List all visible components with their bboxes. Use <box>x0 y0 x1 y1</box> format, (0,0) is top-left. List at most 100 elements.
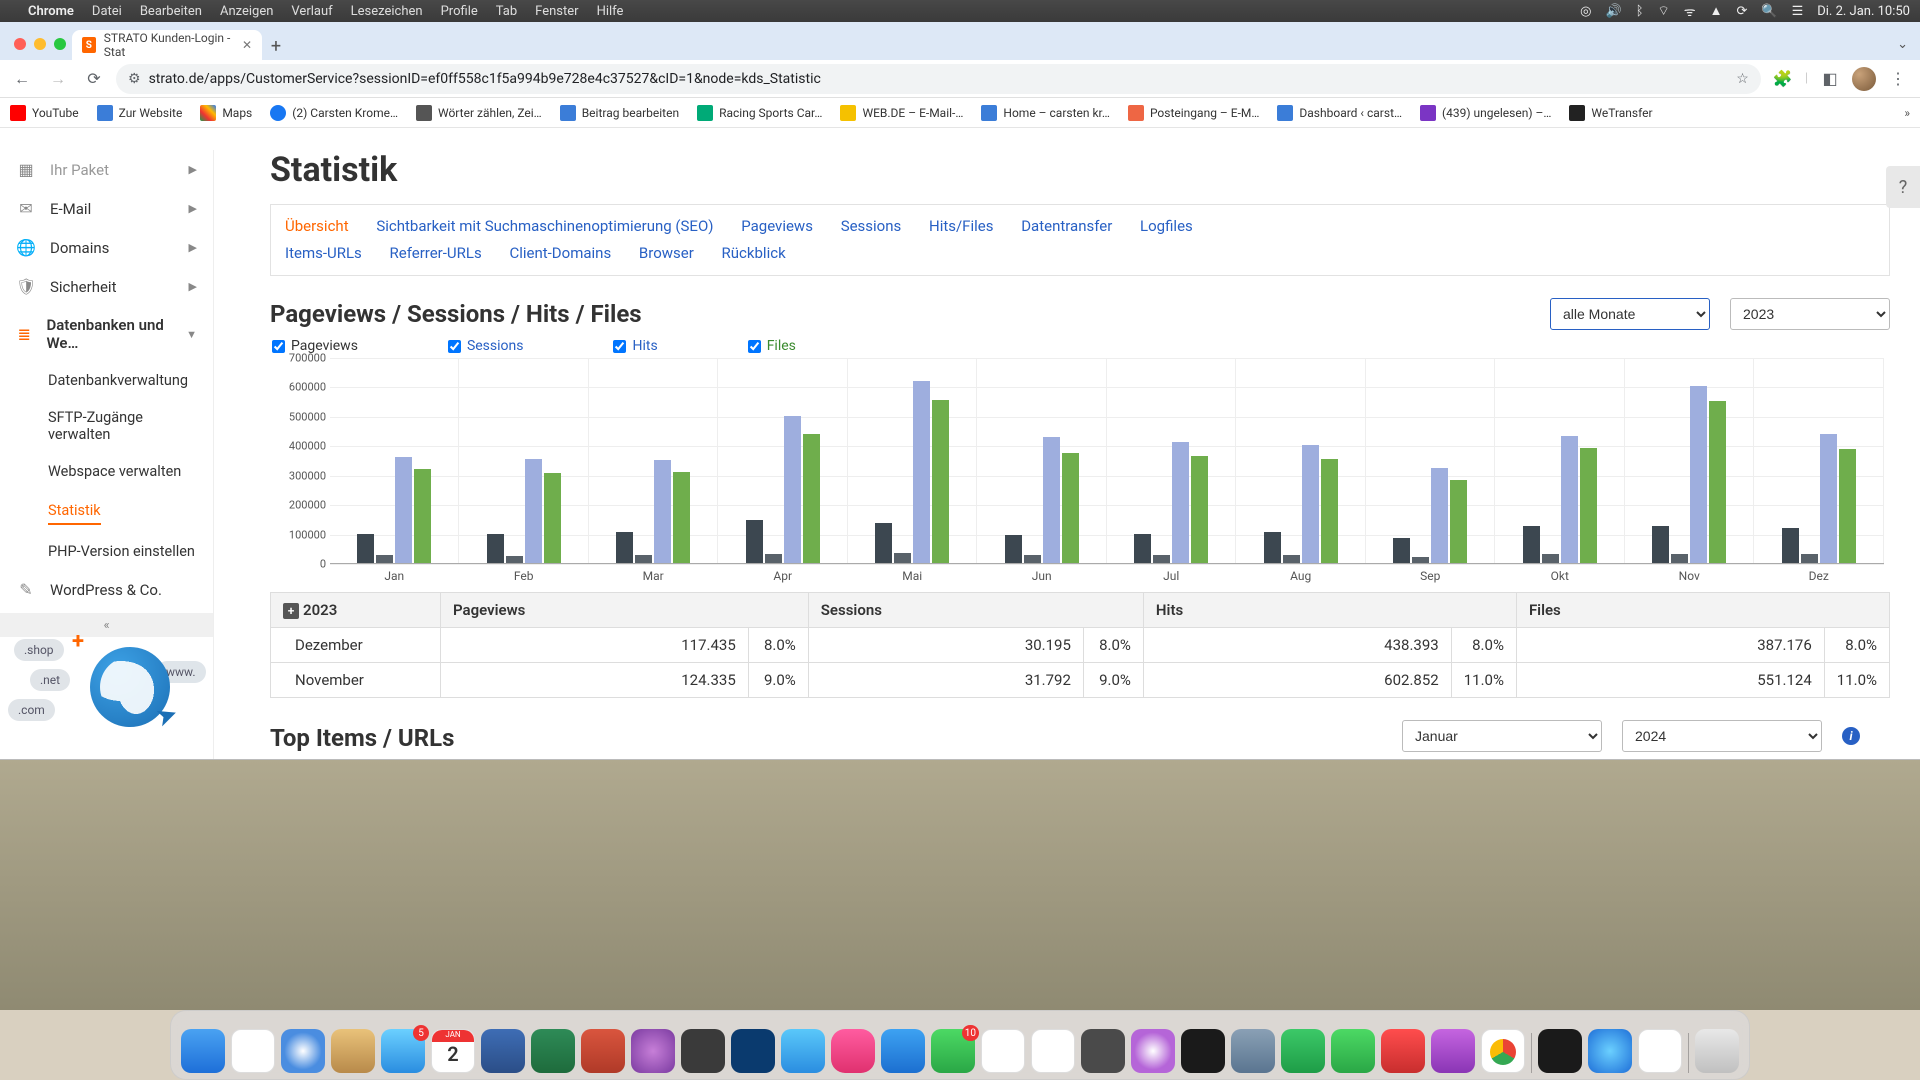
dock-mail[interactable]: 5 <box>381 1029 425 1073</box>
sidebar-item-email[interactable]: ✉E-Mail▶ <box>0 189 213 228</box>
sidebar-item-sicherheit[interactable]: 🛡Sicherheit▶ <box>0 267 213 306</box>
nav-reload-button[interactable]: ⟳ <box>80 65 108 93</box>
sidebar-item-wordpress[interactable]: ✎WordPress & Co. <box>0 570 213 609</box>
sidepanel-icon[interactable]: ◧ <box>1816 65 1844 93</box>
nav-link-client-domains[interactable]: Client-Domains <box>509 240 611 267</box>
airdrop-icon[interactable]: ⌔ <box>1658 3 1670 19</box>
legend-files[interactable]: Files <box>748 338 796 354</box>
sync-icon[interactable]: ⟳ <box>1736 4 1747 19</box>
year-select[interactable]: 2023 <box>1730 298 1890 330</box>
dock-shortcuts[interactable] <box>781 1029 825 1073</box>
dock-settings[interactable] <box>681 1029 725 1073</box>
dock-trash[interactable] <box>1695 1029 1739 1073</box>
menu-fenster[interactable]: Fenster <box>535 4 578 19</box>
dock-excel[interactable] <box>531 1029 575 1073</box>
sidebar-sub-webspace[interactable]: Webspace verwalten <box>0 453 213 490</box>
bookmark-item[interactable]: YouTube <box>10 105 79 121</box>
bookmark-item[interactable]: Beitrag bearbeiten <box>560 105 679 121</box>
dock-textedit[interactable] <box>1638 1029 1682 1073</box>
sidebar-item-paket[interactable]: ▦Ihr Paket▶ <box>0 150 213 189</box>
nav-link-referrer-urls[interactable]: Referrer-URLs <box>390 240 482 267</box>
menu-verlauf[interactable]: Verlauf <box>291 4 332 19</box>
status-icon[interactable]: ◎ <box>1580 4 1591 19</box>
spotlight-icon[interactable]: 🔍 <box>1761 4 1777 19</box>
sidebar-sub-statistik[interactable]: Statistik <box>48 498 101 525</box>
nav-link-rueckblick[interactable]: Rückblick <box>722 240 786 267</box>
dock-siri[interactable] <box>631 1029 675 1073</box>
dock-numbers[interactable] <box>1281 1029 1325 1073</box>
nav-link-uebersicht[interactable]: Übersicht <box>285 213 349 240</box>
nav-back-button[interactable]: ← <box>8 65 36 93</box>
extensions-icon[interactable]: 🧩 <box>1769 65 1797 93</box>
dock-photos[interactable] <box>1031 1029 1075 1073</box>
control-center-icon[interactable]: ☰ <box>1792 4 1804 19</box>
topitems-year-select[interactable]: 2024 <box>1622 720 1822 752</box>
site-info-icon[interactable]: ⚙ <box>128 71 141 87</box>
topitems-month-select[interactable]: Januar <box>1402 720 1602 752</box>
legend-sessions[interactable]: Sessions <box>448 338 524 354</box>
table-row[interactable]: Dezember 117.4358.0% 30.1958.0% 438.3938… <box>271 628 1890 663</box>
dock-launchpad[interactable] <box>231 1029 275 1073</box>
menu-datei[interactable]: Datei <box>92 4 122 19</box>
bookmark-item[interactable]: (439) ungelesen) –… <box>1420 105 1551 121</box>
nav-link-seo[interactable]: Sichtbarkeit mit Suchmaschinenoptimierun… <box>376 213 713 240</box>
tabs-overflow-icon[interactable]: ⌄ <box>1885 37 1920 60</box>
menu-hilfe[interactable]: Hilfe <box>597 4 624 19</box>
legend-hits[interactable]: Hits <box>613 338 657 354</box>
bookmark-item[interactable]: Wörter zählen, Zei… <box>416 105 542 121</box>
table-row[interactable]: November 124.3359.0% 31.7929.0% 602.8521… <box>271 663 1890 698</box>
chrome-menu-icon[interactable]: ⋮ <box>1884 65 1912 93</box>
month-select[interactable]: alle Monate <box>1550 298 1710 330</box>
dock-scanner[interactable] <box>1231 1029 1275 1073</box>
battery-icon[interactable]: ▲ <box>1710 3 1723 19</box>
bookmark-item[interactable]: Home – carsten kr… <box>981 105 1110 121</box>
menubar-clock[interactable]: Di. 2. Jan. 10:50 <box>1817 4 1910 19</box>
dock-calendar[interactable]: JAN2 <box>431 1029 475 1073</box>
menu-lesezeichen[interactable]: Lesezeichen <box>351 4 423 19</box>
dock-app[interactable] <box>1131 1029 1175 1073</box>
sidebar-sub-sftp[interactable]: SFTP-Zugänge verwalten <box>0 399 213 453</box>
dock-safari[interactable] <box>281 1029 325 1073</box>
expand-icon[interactable]: + <box>283 603 299 619</box>
dock-appstore-alt[interactable] <box>731 1029 775 1073</box>
dock-messages[interactable]: 10 <box>931 1029 975 1073</box>
dock-music[interactable] <box>831 1029 875 1073</box>
dock-quicktime[interactable] <box>1588 1029 1632 1073</box>
dock-top[interactable] <box>1181 1029 1225 1073</box>
menu-anzeigen[interactable]: Anzeigen <box>220 4 273 19</box>
menu-tab[interactable]: Tab <box>496 4 517 19</box>
bookmark-item[interactable]: WEB.DE – E-Mail-… <box>840 105 963 121</box>
bookmark-item[interactable]: Zur Website <box>97 105 183 121</box>
dock-powerpoint[interactable] <box>581 1029 625 1073</box>
bookmarks-overflow-icon[interactable]: » <box>1904 106 1910 120</box>
nav-link-browser[interactable]: Browser <box>639 240 694 267</box>
nav-link-items-urls[interactable]: Items-URLs <box>285 240 362 267</box>
window-close-button[interactable] <box>14 38 26 50</box>
wifi-icon[interactable]: ᯤ <box>1684 2 1696 20</box>
help-button[interactable]: ? <box>1886 166 1920 208</box>
menubar-app[interactable]: Chrome <box>28 4 74 19</box>
menu-profile[interactable]: Profile <box>441 4 478 19</box>
dock-contacts[interactable] <box>331 1029 375 1073</box>
dock-calculator[interactable] <box>1081 1029 1125 1073</box>
sidebar-item-datenbanken[interactable]: ≣Datenbanken und We…▼ <box>0 306 213 362</box>
info-icon[interactable]: i <box>1842 727 1860 745</box>
bookmark-item[interactable]: Posteingang – E-M… <box>1128 105 1259 121</box>
profile-avatar[interactable] <box>1852 67 1876 91</box>
new-tab-button[interactable]: + <box>262 32 290 60</box>
bookmark-item[interactable]: Maps <box>200 105 252 121</box>
dock-podcasts[interactable] <box>1431 1029 1475 1073</box>
nav-link-datentransfer[interactable]: Datentransfer <box>1021 213 1112 240</box>
volume-icon[interactable]: 🔊 <box>1606 4 1622 19</box>
address-bar[interactable]: ⚙ strato.de/apps/CustomerService?session… <box>116 64 1761 94</box>
sidebar-item-domains[interactable]: 🌐Domains▶ <box>0 228 213 267</box>
dock-acrobat[interactable] <box>1381 1029 1425 1073</box>
dock-facetime[interactable] <box>1331 1029 1375 1073</box>
bookmark-item[interactable]: Dashboard ‹ carst… <box>1277 105 1402 121</box>
browser-tab[interactable]: S STRATO Kunden-Login - Stat ✕ <box>72 30 262 60</box>
dock-word[interactable] <box>481 1029 525 1073</box>
dock-finder[interactable] <box>181 1029 225 1073</box>
dock-pages[interactable] <box>981 1029 1025 1073</box>
bookmark-item[interactable]: WeTransfer <box>1569 105 1652 121</box>
nav-forward-button[interactable]: → <box>44 65 72 93</box>
